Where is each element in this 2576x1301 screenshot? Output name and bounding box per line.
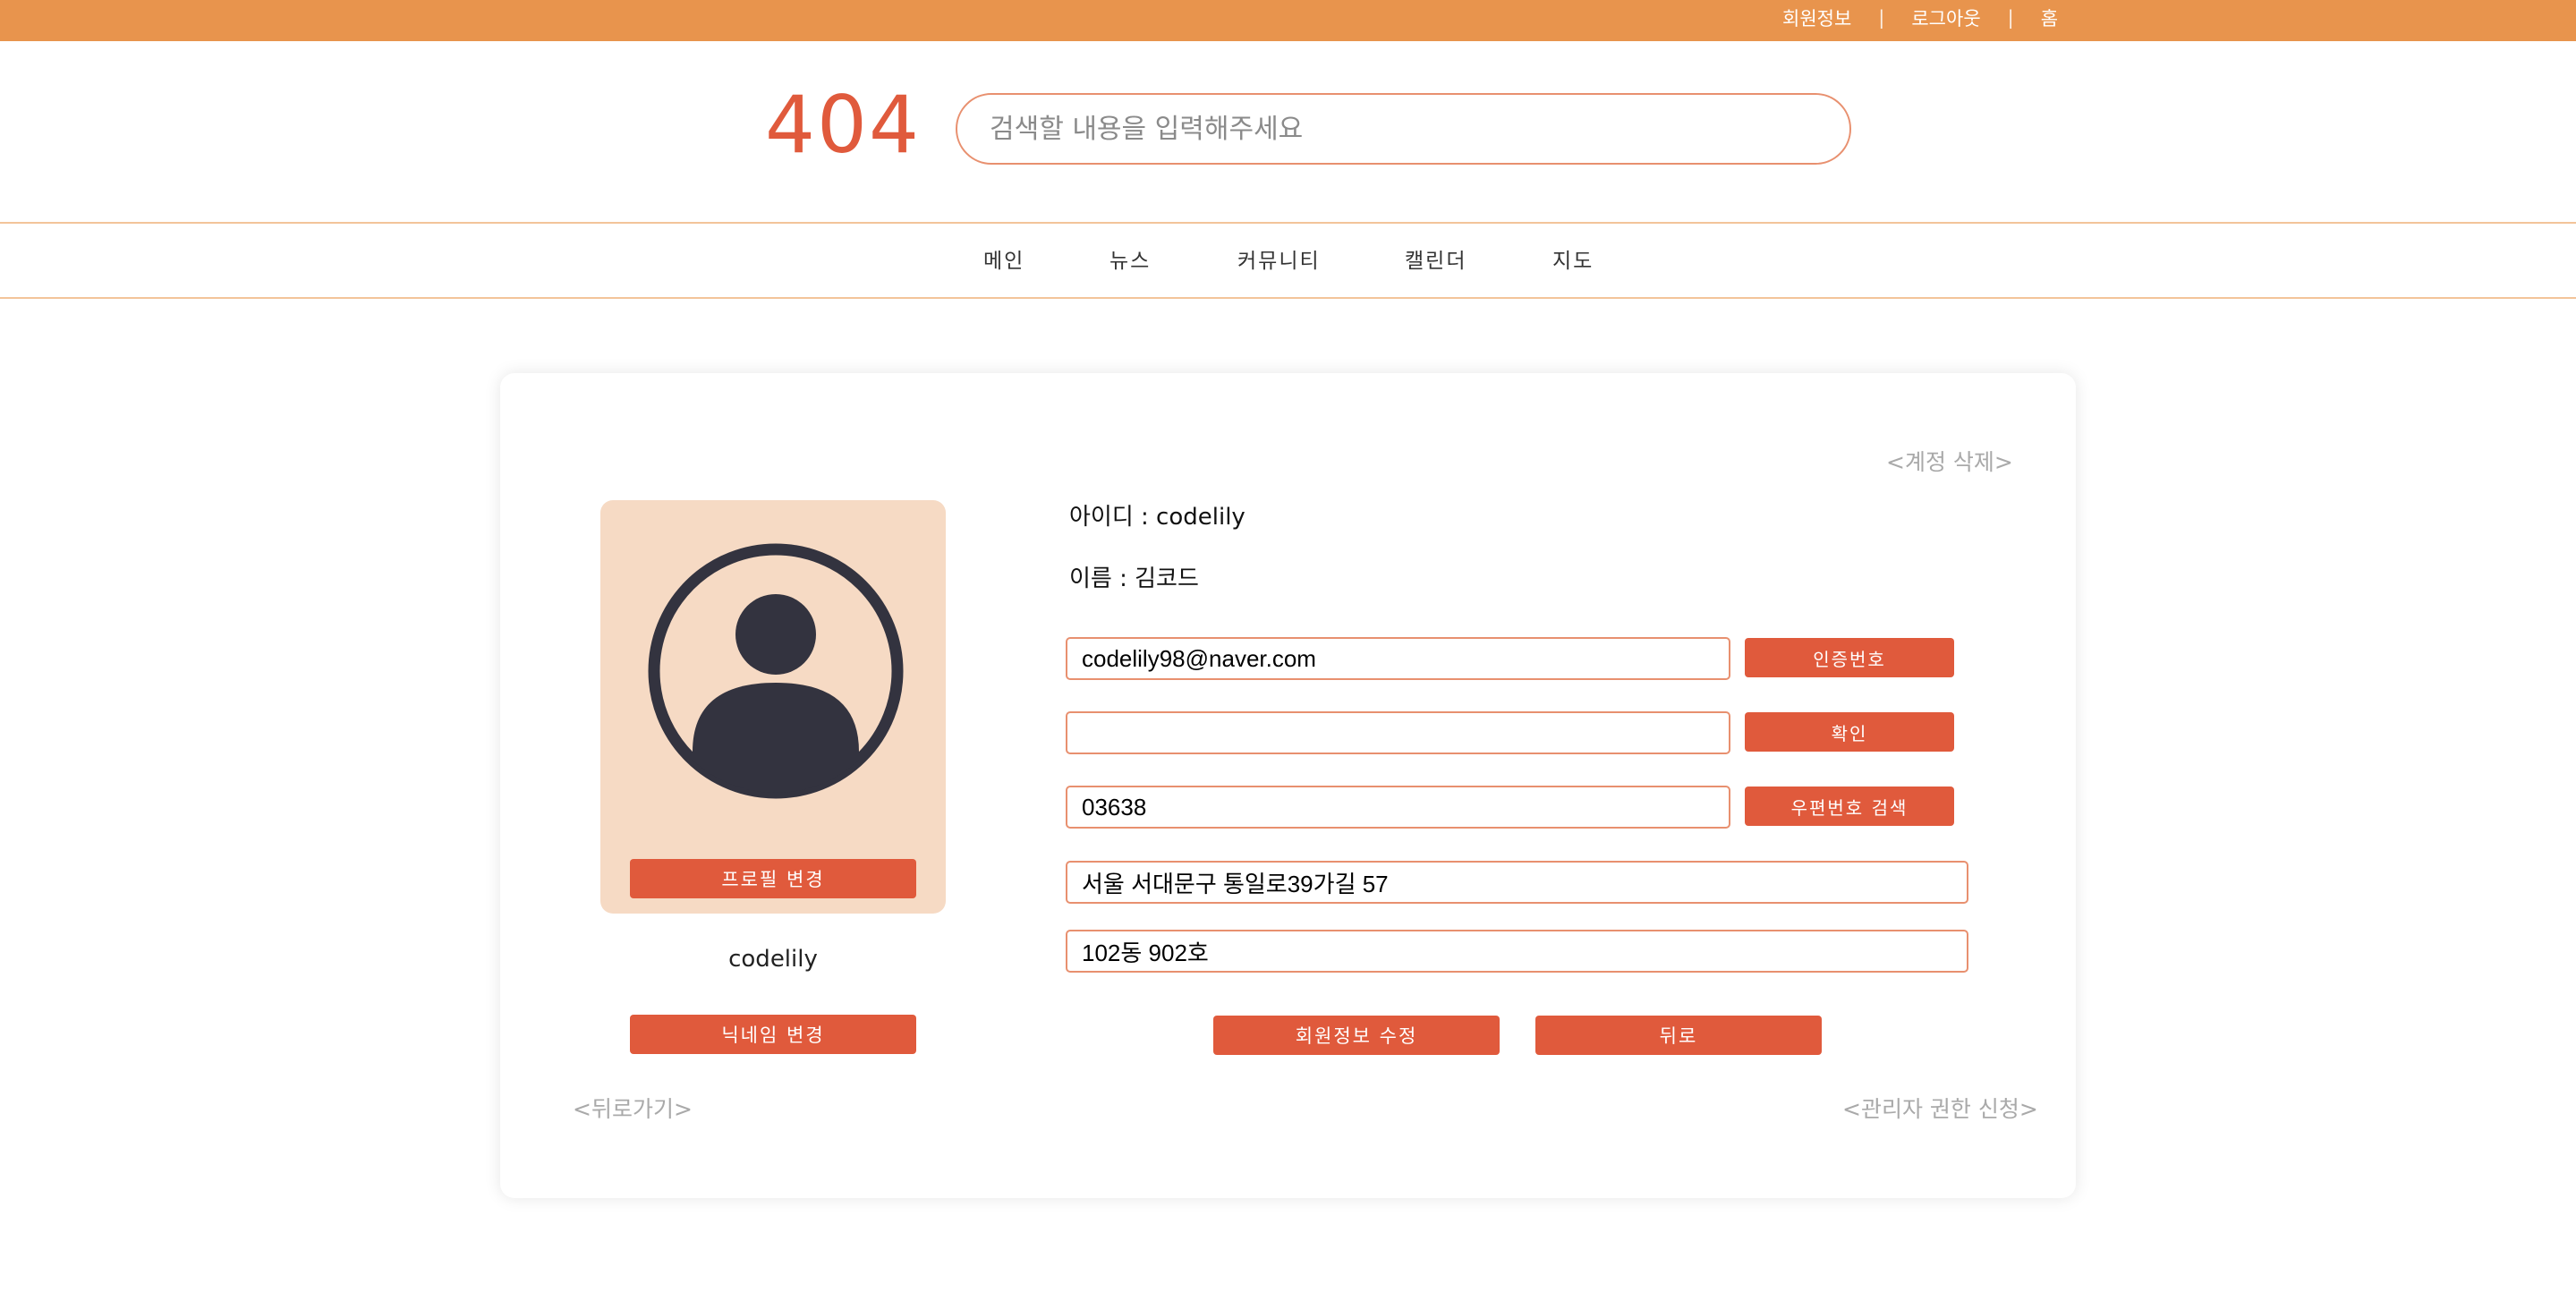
main-nav: 메인 뉴스 커뮤니티 캘린더 지도: [0, 224, 2576, 299]
nav-item-news[interactable]: 뉴스: [1109, 224, 1151, 299]
top-separator: |: [1878, 7, 1885, 29]
address-detail-field[interactable]: [1066, 930, 1968, 973]
top-separator: |: [2007, 7, 2014, 29]
address-field[interactable]: [1066, 861, 1968, 904]
avatar-panel: 프로필 변경: [600, 500, 946, 914]
top-bar: 회원정보 | 로그아웃 | 홈: [0, 0, 2576, 41]
search-input[interactable]: [956, 93, 1851, 165]
admin-request-link[interactable]: <관리자 권한 신청>: [1842, 1092, 2038, 1124]
nav-item-main[interactable]: 메인: [983, 224, 1024, 299]
postcode-field[interactable]: [1066, 786, 1730, 829]
nickname-display: codelily: [728, 946, 818, 973]
verification-code-field[interactable]: [1066, 711, 1730, 754]
header: 404: [0, 41, 2576, 224]
postcode-search-button[interactable]: 우편번호 검색: [1745, 787, 1954, 826]
delete-account-link[interactable]: <계정 삭제>: [1886, 445, 2013, 477]
user-avatar-icon: [648, 543, 904, 799]
profile-card: <계정 삭제> 프로필 변경 codelily 닉네임 변경 <뒤로가기> <관…: [500, 373, 2076, 1198]
home-link[interactable]: 홈: [2041, 4, 2058, 31]
user-id-text: 아이디 : codelily: [1069, 504, 1245, 531]
email-field[interactable]: [1066, 637, 1730, 680]
nav-item-community[interactable]: 커뮤니티: [1237, 224, 1321, 299]
change-nickname-button[interactable]: 닉네임 변경: [630, 1015, 916, 1054]
back-link[interactable]: <뒤로가기>: [573, 1092, 693, 1124]
confirm-button[interactable]: 확인: [1745, 712, 1954, 752]
change-profile-button[interactable]: 프로필 변경: [630, 859, 916, 898]
site-logo[interactable]: 404: [765, 86, 921, 165]
edit-info-button[interactable]: 회원정보 수정: [1213, 1016, 1500, 1055]
verify-code-button[interactable]: 인증번호: [1745, 638, 1954, 677]
back-button[interactable]: 뒤로: [1535, 1016, 1822, 1055]
top-links: 회원정보 | 로그아웃 | 홈: [1782, 0, 2058, 36]
logout-link[interactable]: 로그아웃: [1911, 4, 1980, 31]
user-name-text: 이름 : 김코드: [1069, 565, 1199, 592]
nav-item-map[interactable]: 지도: [1552, 224, 1594, 299]
nav-item-calendar[interactable]: 캘린더: [1405, 224, 1467, 299]
member-info-link[interactable]: 회원정보: [1782, 4, 1851, 31]
